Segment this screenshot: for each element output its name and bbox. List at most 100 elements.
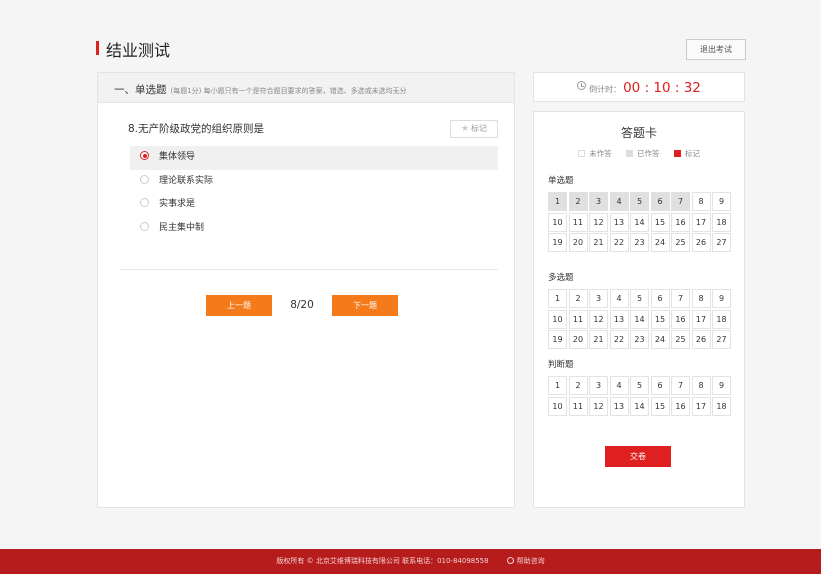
- question-number-cell[interactable]: 13: [609, 309, 629, 329]
- question-number-cell[interactable]: 5: [630, 376, 649, 395]
- question-number-cell[interactable]: 27: [712, 330, 731, 349]
- question-number-cell[interactable]: 10: [548, 309, 567, 329]
- question-number-cell[interactable]: 16: [671, 309, 690, 329]
- question-number-cell[interactable]: 1: [548, 376, 567, 395]
- question-number-cell[interactable]: 17: [691, 212, 711, 232]
- question-number-cell[interactable]: 2: [568, 376, 588, 395]
- question-number-cell[interactable]: 22: [609, 233, 629, 252]
- question-number-cell[interactable]: 8: [691, 376, 711, 395]
- question-number-cell[interactable]: 6: [650, 192, 670, 211]
- question-number-cell[interactable]: 3: [589, 289, 608, 308]
- question-number-cell[interactable]: 26: [691, 330, 711, 349]
- question-number-cell[interactable]: 20: [568, 233, 588, 252]
- question-number-cell[interactable]: 18: [712, 212, 731, 232]
- countdown-timer: 倒计时： 00 : 10 : 32: [533, 72, 745, 102]
- question-number-cell[interactable]: 27: [712, 233, 731, 252]
- legend-marked: 标记: [673, 149, 700, 158]
- question-number-cell[interactable]: 1: [548, 289, 567, 308]
- question-number-cell[interactable]: 21: [589, 330, 608, 349]
- question-number-cell[interactable]: 11: [568, 212, 588, 232]
- question-number-cell[interactable]: 10: [548, 396, 567, 416]
- question-number-cell[interactable]: 16: [671, 396, 690, 416]
- question-number-cell[interactable]: 26: [691, 233, 711, 252]
- question-number-cell[interactable]: 22: [609, 330, 629, 349]
- page-footer: 版权所有 © 北京艾维博瑞科技有限公司 联系电话：010-84098558 帮助咨…: [0, 549, 821, 574]
- mark-question-button[interactable]: ★ 标记: [450, 120, 498, 138]
- question-number-cell[interactable]: 1: [548, 192, 567, 211]
- clock-icon: [577, 81, 587, 90]
- question-number-cell[interactable]: 10: [548, 212, 567, 232]
- question-number-cell[interactable]: 4: [609, 376, 629, 395]
- question-number-cell[interactable]: 13: [609, 396, 629, 416]
- question-number-cell[interactable]: 15: [650, 309, 670, 329]
- question-number-cell[interactable]: 8: [691, 289, 711, 308]
- question-number-cell[interactable]: 17: [691, 309, 711, 329]
- radio-button[interactable]: [140, 198, 149, 207]
- question-number-cell[interactable]: 2: [568, 289, 588, 308]
- section-header: 一、单选题 (每题1分) 每小题只有一个是符合题目要求的答案，错选、多选或未选均无…: [98, 73, 514, 103]
- question-number-cell[interactable]: 9: [712, 289, 731, 308]
- legend-marked-label: 标记: [684, 149, 700, 158]
- exit-exam-button[interactable]: 退出考试: [686, 39, 746, 60]
- answer-card-title: 答题卡: [620, 126, 657, 140]
- question-number-cell[interactable]: 6: [650, 376, 670, 395]
- question-number-cell[interactable]: 25: [671, 330, 690, 349]
- question-number-cell[interactable]: 14: [630, 212, 649, 232]
- question-number-cell[interactable]: 23: [630, 233, 649, 252]
- answer-option[interactable]: 实事求是: [130, 193, 498, 217]
- question-number-cell[interactable]: 2: [568, 192, 588, 211]
- answer-option[interactable]: 民主集中制: [130, 217, 498, 241]
- question-number-cell[interactable]: 14: [630, 309, 649, 329]
- radio-button[interactable]: [140, 221, 149, 231]
- help-link[interactable]: 帮助咨询: [517, 557, 545, 565]
- question-number-cell[interactable]: 12: [589, 309, 608, 329]
- question-number-cell[interactable]: 7: [671, 289, 690, 308]
- question-number-cell[interactable]: 3: [589, 192, 608, 211]
- question-number-grid: 1 2 3 4 5 6 7 8 9 10 11 12 13 14 15 16 17 18: [548, 376, 731, 416]
- question-number-cell[interactable]: 4: [609, 289, 629, 308]
- question-number-cell[interactable]: 7: [671, 376, 690, 395]
- question-number-cell[interactable]: 5: [630, 192, 649, 211]
- question-number-cell[interactable]: 8: [691, 192, 711, 211]
- question-number-cell[interactable]: 15: [650, 396, 670, 416]
- question-number-cell[interactable]: 3: [589, 376, 608, 395]
- question-number-cell[interactable]: 12: [589, 212, 608, 232]
- question-number-cell[interactable]: 12: [589, 396, 608, 416]
- question-number-cell[interactable]: 19: [548, 233, 567, 252]
- question-number-cell[interactable]: 9: [712, 192, 731, 211]
- question-number-cell[interactable]: 18: [712, 309, 731, 329]
- radio-button[interactable]: [140, 151, 149, 160]
- question-number-cell[interactable]: 13: [609, 212, 629, 232]
- question-navigation: 上一题 8/20 下一题: [206, 295, 398, 317]
- question-number-cell[interactable]: 25: [671, 233, 690, 252]
- legend-answered: 已作答: [626, 149, 660, 158]
- title-accent-bar: [96, 41, 99, 55]
- answer-option[interactable]: 集体领导: [130, 146, 498, 170]
- help-chat-icon[interactable]: [506, 556, 514, 564]
- question-number-cell[interactable]: 4: [609, 192, 629, 211]
- submit-exam-button[interactable]: 交卷: [605, 446, 671, 467]
- question-number-cell[interactable]: 24: [650, 233, 670, 252]
- question-number-cell[interactable]: 11: [568, 396, 588, 416]
- answered-swatch: [626, 149, 633, 157]
- question-number-cell[interactable]: 16: [671, 212, 690, 232]
- question-number-cell[interactable]: 9: [712, 376, 731, 395]
- question-number-cell[interactable]: 24: [650, 330, 670, 349]
- radio-button[interactable]: [140, 174, 149, 184]
- question-number-cell[interactable]: 23: [630, 330, 649, 349]
- question-number-cell[interactable]: 14: [630, 396, 649, 416]
- section-title: 一、单选题: [114, 84, 167, 96]
- question-number-cell[interactable]: 19: [548, 330, 567, 349]
- answer-option[interactable]: 理论联系实际: [130, 170, 498, 194]
- question-number-cell[interactable]: 21: [589, 233, 608, 252]
- question-number-cell[interactable]: 15: [650, 212, 670, 232]
- question-number-cell[interactable]: 6: [650, 289, 670, 308]
- question-number-cell[interactable]: 11: [568, 309, 588, 329]
- question-number-cell[interactable]: 5: [630, 289, 649, 308]
- question-number-cell[interactable]: 17: [691, 396, 711, 416]
- question-number-cell[interactable]: 7: [671, 192, 690, 211]
- next-question-button[interactable]: 下一题: [332, 295, 398, 316]
- previous-question-button[interactable]: 上一题: [206, 295, 272, 316]
- question-number-cell[interactable]: 18: [712, 396, 731, 416]
- question-number-cell[interactable]: 20: [568, 330, 588, 349]
